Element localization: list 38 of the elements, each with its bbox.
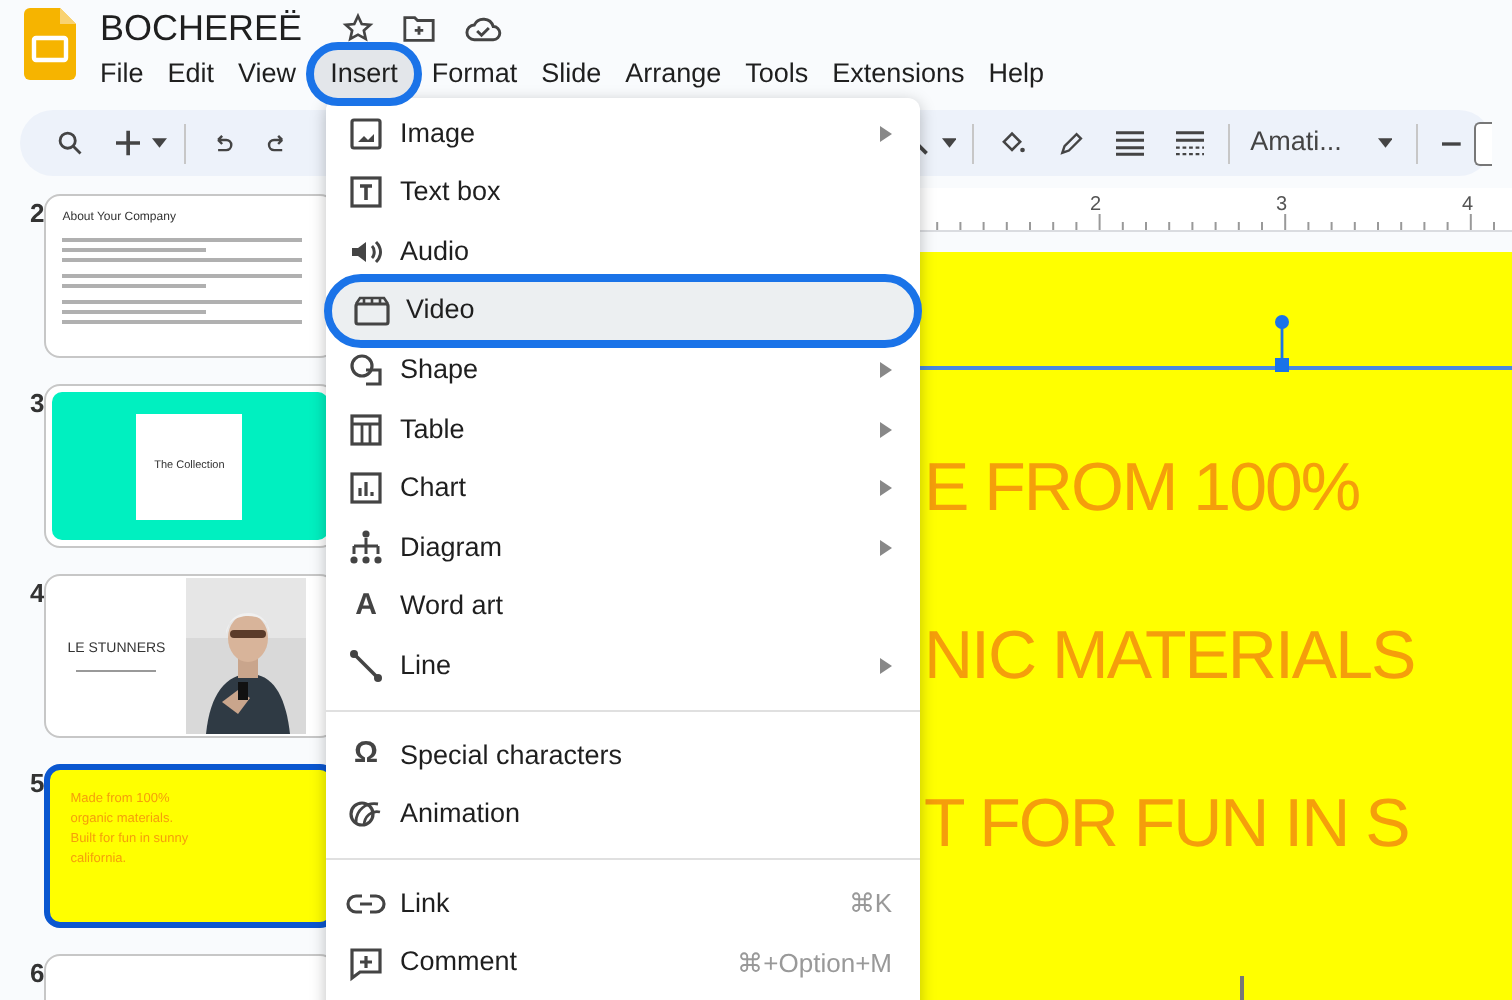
- menu-item[interactable]: Table: [326, 399, 920, 460]
- ruler-number: 3: [1276, 192, 1288, 220]
- slide-number: 6: [28, 956, 45, 992]
- menu-item[interactable]: View: [226, 52, 309, 96]
- ruler-number: 2: [1090, 192, 1102, 220]
- menu-item[interactable]: File: [88, 52, 156, 96]
- document-title[interactable]: BOCHEREË: [100, 1, 303, 55]
- menu-item[interactable]: Shape: [326, 340, 920, 400]
- menu-item[interactable]: Link ⌘K: [326, 874, 920, 934]
- slide-number: 4: [28, 576, 45, 612]
- menu-item[interactable]: Image: [326, 104, 920, 164]
- menu-item[interactable]: Line: [326, 636, 920, 696]
- shortcut: ⌘+Option+M: [737, 945, 892, 982]
- menu-item[interactable]: Tools: [733, 52, 821, 96]
- menu-item[interactable]: A Word art: [326, 577, 920, 637]
- slide-number: 2: [28, 196, 45, 232]
- menu-item[interactable]: Edit: [155, 52, 227, 96]
- slide-number: 3: [28, 386, 45, 422]
- ruler-number: 4: [1462, 192, 1474, 220]
- menu-item[interactable]: Extensions: [820, 52, 977, 96]
- font-dropdown[interactable]: Amati...: [1250, 122, 1342, 164]
- menu-item[interactable]: Diagram: [326, 518, 920, 578]
- menu-item[interactable]: Insert: [314, 50, 414, 98]
- menu-item[interactable]: Video: [332, 281, 914, 341]
- menu-item[interactable]: Format: [419, 52, 530, 96]
- menu-item[interactable]: Slide: [529, 52, 614, 96]
- menu-item[interactable]: Help: [976, 52, 1056, 96]
- menu-item[interactable]: Ω Special characters: [326, 725, 920, 786]
- menu-item[interactable]: Comment ⌘+Option+M: [326, 933, 920, 993]
- menu-item[interactable]: Animation: [326, 785, 920, 845]
- menu-item[interactable]: Audio: [326, 222, 920, 282]
- glyph-icon: A: [346, 584, 386, 630]
- menu-item[interactable]: Text box: [326, 163, 920, 223]
- slide-number: 5: [28, 766, 45, 802]
- glyph-icon: Ω: [346, 732, 386, 778]
- menu-item[interactable]: Chart: [326, 459, 920, 519]
- menu-item[interactable]: Arrange: [613, 52, 734, 96]
- shortcut: ⌘K: [848, 886, 892, 923]
